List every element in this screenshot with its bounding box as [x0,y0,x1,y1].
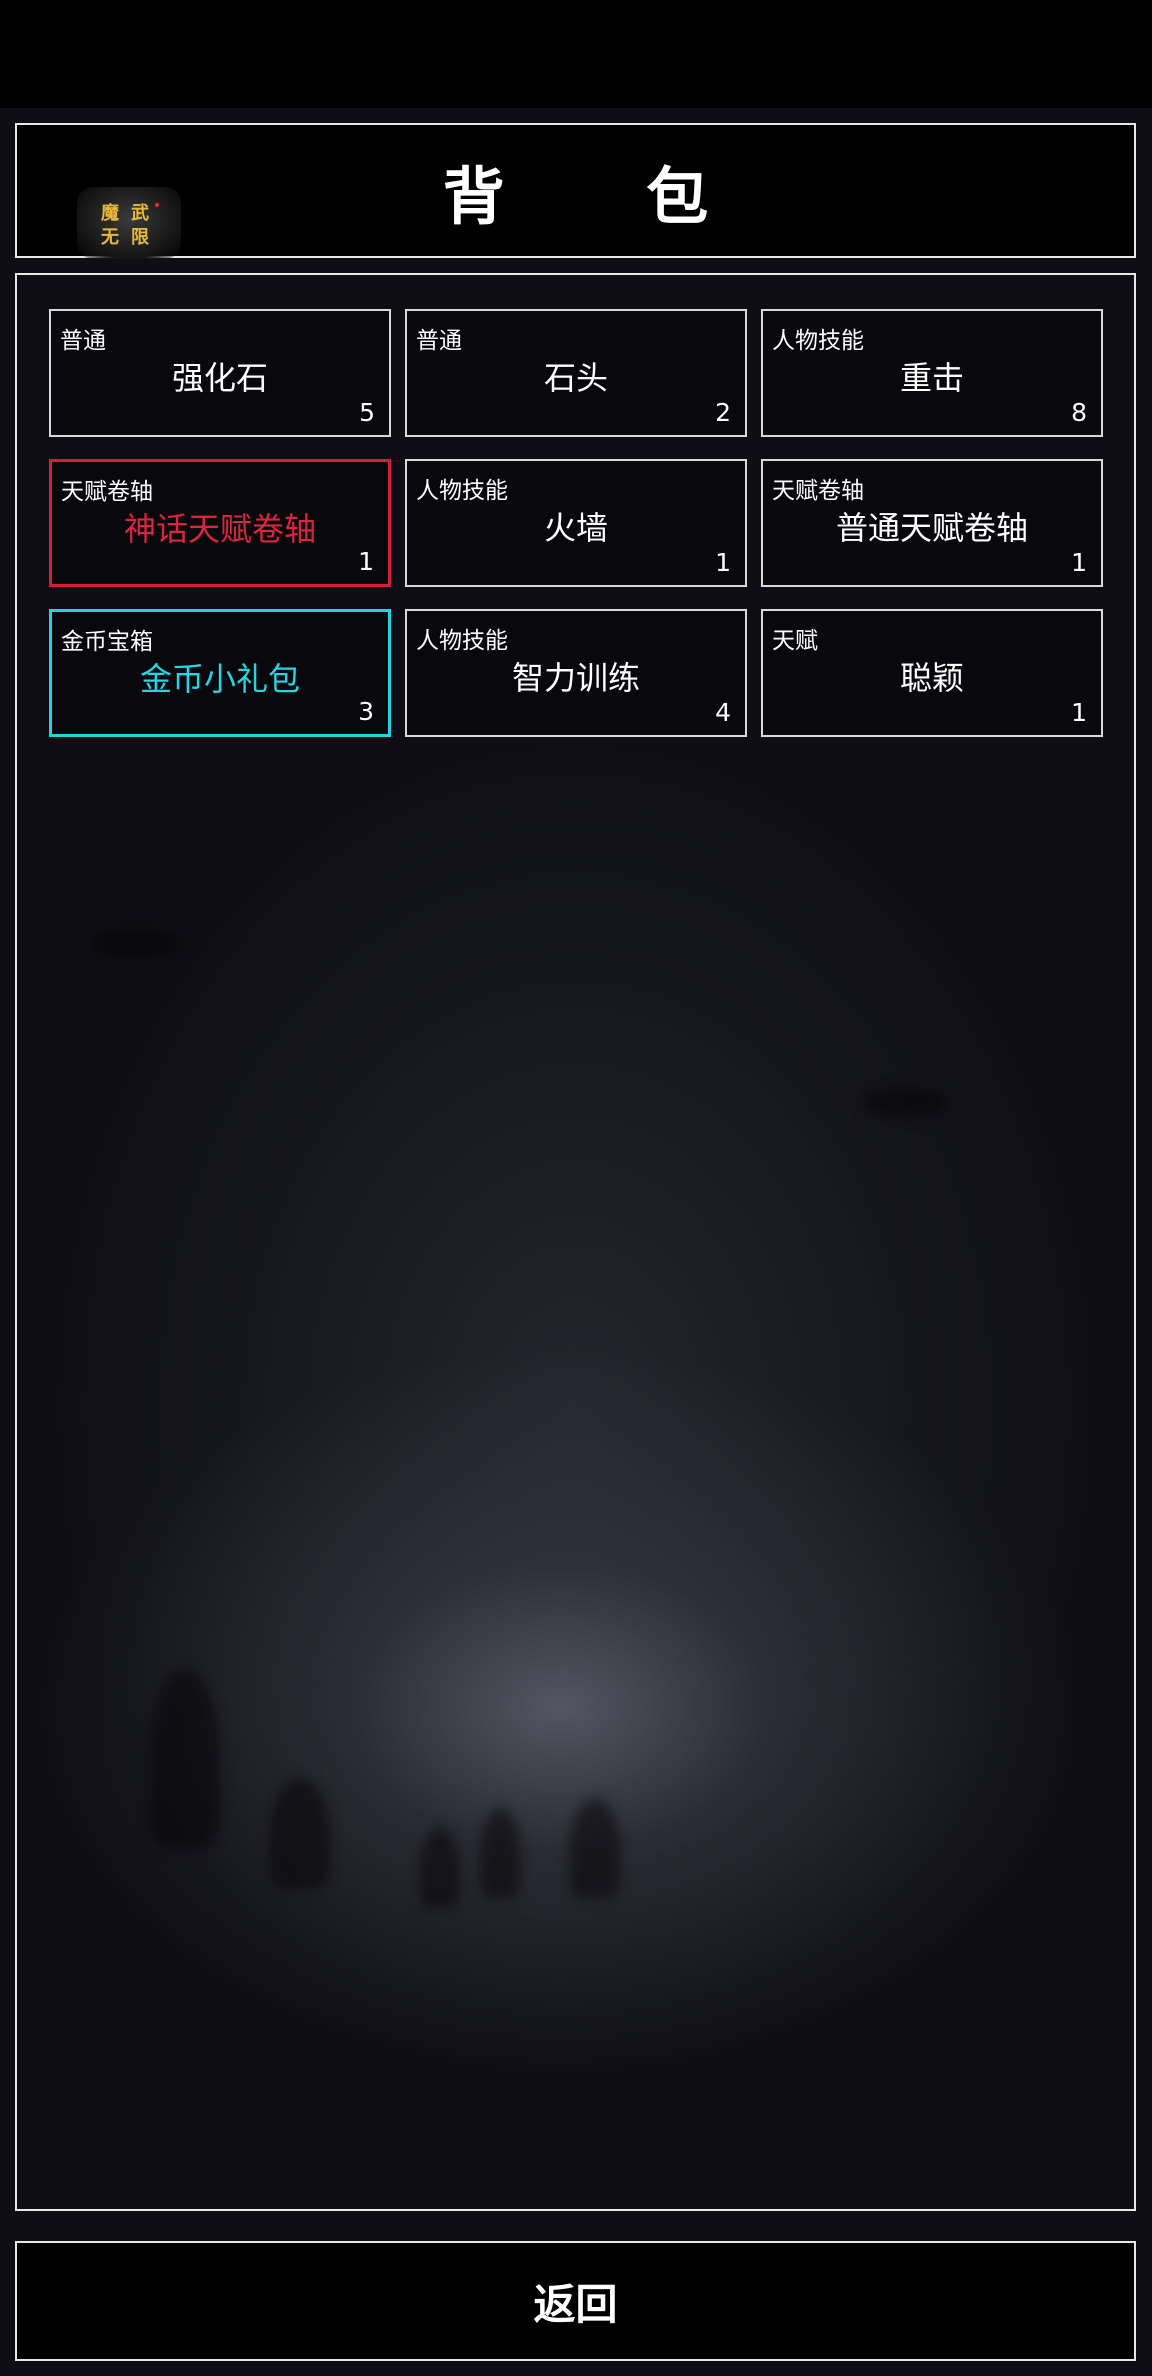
item-count: 2 [715,398,731,427]
item-name: 石头 [543,359,608,397]
item-category: 人物技能 [772,328,864,354]
svg-text:无: 无 [101,227,119,248]
item-name: 火墙 [543,509,608,547]
svg-text:武: 武 [131,203,149,224]
item-category: 普通 [60,328,106,354]
inventory-panel: 普通 强化石 5 普通 石头 2 人物技能 重击 8 天赋卷轴 神话天赋卷轴 1 人物技能 火墙 1 天赋卷轴… [15,273,1136,2211]
item-count: 1 [1071,548,1087,577]
item-count: 1 [715,548,731,577]
item-category: 人物技能 [416,478,508,504]
status-bar [0,0,1152,108]
item-count: 8 [1071,398,1087,427]
item-category: 金币宝箱 [61,629,153,655]
inventory-slot[interactable]: 天赋聪颖 1 [761,609,1103,737]
item-name: 强化石 [171,359,268,397]
item-count: 4 [715,698,731,727]
item-name: 金币小礼包 [139,660,300,698]
game-logo: 魔 武 无 限 [77,187,181,259]
svg-text:限: 限 [131,227,150,248]
item-category: 天赋 [772,628,818,654]
item-name: 重击 [899,359,964,397]
inventory-slot[interactable]: 金币宝箱金币小礼包 3 [49,609,391,737]
svg-text:魔: 魔 [101,202,119,224]
item-category: 人物技能 [416,628,508,654]
inventory-slot[interactable]: 普通石头 2 [405,309,747,437]
item-count: 3 [358,697,374,726]
back-button[interactable]: 返回 [15,2241,1136,2361]
item-count: 1 [1071,698,1087,727]
header-panel: 背 包 魔 武 无 限 [15,123,1136,259]
inventory-slot[interactable]: 普通强化石 5 [49,309,391,437]
page-title: 背 包 [442,159,769,233]
inventory-grid: 普通 强化石 5 普通 石头 2 人物技能 重击 8 天赋卷轴 神话天赋卷轴 1 人物技能 火墙 1 天赋卷轴… [49,309,1105,737]
inventory-slot[interactable]: 人物技能重击 8 [761,309,1103,437]
item-category: 普通 [416,328,462,354]
item-name: 神话天赋卷轴 [123,510,316,548]
logo-emblem-icon: 魔 武 无 限 [101,202,159,248]
item-name: 聪颖 [899,659,964,697]
inventory-slot[interactable]: 天赋卷轴神话天赋卷轴 1 [49,459,391,587]
item-category: 天赋卷轴 [61,479,153,505]
inventory-slot[interactable]: 人物技能火墙 1 [405,459,747,587]
item-name: 智力训练 [511,659,640,697]
item-category: 天赋卷轴 [772,478,864,504]
item-name: 普通天赋卷轴 [835,509,1028,547]
inventory-slot[interactable]: 人物技能 智力训练 4 [405,609,747,737]
item-count: 1 [358,547,374,576]
inventory-slot[interactable]: 天赋卷轴普通天赋卷轴 1 [761,459,1103,587]
item-count: 5 [359,398,375,427]
